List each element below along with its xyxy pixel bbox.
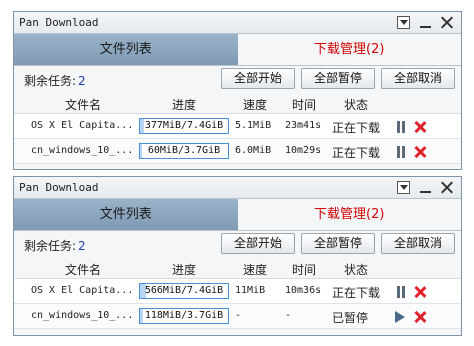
remaining-tasks: 剩余任务: 2: [24, 237, 86, 254]
close-icon[interactable]: [440, 181, 453, 194]
download-row[interactable]: cn_windows_10_... 118MiB/3.7GiB - - 已暂停: [14, 304, 461, 329]
file-name: cn_windows_10_...: [31, 310, 134, 321]
cancel-all-button[interactable]: 全部取消: [381, 233, 455, 254]
time-remaining: 23m41s: [285, 120, 322, 131]
download-row[interactable]: cn_windows_10_... 60MiB/3.7GiB 6.0MiB 10…: [14, 139, 461, 164]
remaining-tasks-label: 剩余任务:: [24, 239, 77, 253]
time-remaining: 10m36s: [285, 285, 322, 296]
pause-icon[interactable]: [395, 286, 407, 298]
remaining-tasks-count: 2: [78, 74, 86, 88]
column-header-status: 状态: [344, 263, 369, 277]
file-name: OS X El Capita...: [31, 285, 134, 296]
pause-all-button[interactable]: 全部暂停: [301, 68, 375, 89]
column-header-time: 时间: [292, 98, 317, 112]
download-window: Pan Download 文件列表 下载管理(2) 剩余任务: 2 全部开始 全部…: [13, 176, 462, 336]
window-title: Pan Download: [19, 16, 99, 29]
progress-text: 566MiB/7.4GiB: [144, 285, 224, 296]
time-remaining: 10m29s: [285, 145, 322, 156]
menu-dropdown-icon[interactable]: [397, 181, 410, 194]
download-status: 正在下载: [332, 121, 381, 135]
column-header-status: 状态: [344, 98, 369, 112]
progress-text: 60MiB/3.7GiB: [147, 145, 221, 156]
column-header-progress: 进度: [172, 98, 197, 112]
toolbar: 剩余任务: 2 全部开始 全部暂停 全部取消: [14, 66, 461, 91]
download-status: 正在下载: [332, 286, 381, 300]
delete-icon[interactable]: [414, 286, 426, 298]
download-speed: -: [235, 310, 242, 321]
tab-file-list[interactable]: 文件列表: [14, 199, 238, 230]
file-name: OS X El Capita...: [31, 120, 134, 131]
tab-file-list[interactable]: 文件列表: [14, 34, 238, 65]
minimize-icon[interactable]: [419, 16, 432, 29]
minimize-icon[interactable]: [419, 181, 432, 194]
column-header-speed: 速度: [243, 263, 268, 277]
tab-download-manager[interactable]: 下载管理(2): [237, 199, 461, 230]
time-remaining: -: [285, 310, 292, 321]
remaining-tasks: 剩余任务: 2: [24, 72, 86, 89]
close-icon[interactable]: [440, 16, 453, 29]
download-row[interactable]: OS X El Capita... 377MiB/7.4GiB 5.1MiB 2…: [14, 114, 461, 139]
play-icon[interactable]: [395, 311, 405, 323]
column-header-progress: 进度: [172, 263, 197, 277]
table-header: 文件名 进度 速度 时间 状态: [14, 256, 461, 279]
tab-download-manager[interactable]: 下载管理(2): [237, 34, 461, 65]
progress-bar: 377MiB/7.4GiB: [139, 118, 229, 134]
cancel-all-button[interactable]: 全部取消: [381, 68, 455, 89]
progress-text: 118MiB/3.7GiB: [144, 310, 224, 321]
download-row[interactable]: OS X El Capita... 566MiB/7.4GiB 11MiB 10…: [14, 279, 461, 304]
progress-bar: 60MiB/3.7GiB: [139, 143, 229, 159]
delete-icon[interactable]: [414, 146, 426, 158]
pause-icon[interactable]: [395, 121, 407, 133]
delete-icon[interactable]: [414, 121, 426, 133]
download-status: 正在下载: [332, 146, 381, 160]
tab-bar: 文件列表 下载管理(2): [14, 199, 461, 231]
menu-dropdown-icon[interactable]: [397, 16, 410, 29]
progress-bar: 566MiB/7.4GiB: [139, 283, 229, 299]
download-speed: 6.0MiB: [235, 145, 272, 156]
remaining-tasks-label: 剩余任务:: [24, 74, 77, 88]
table-header: 文件名 进度 速度 时间 状态: [14, 91, 461, 114]
download-speed: 11MiB: [235, 285, 266, 296]
start-all-button[interactable]: 全部开始: [221, 68, 295, 89]
delete-icon[interactable]: [414, 311, 426, 323]
remaining-tasks-count: 2: [78, 239, 86, 253]
download-speed: 5.1MiB: [235, 120, 272, 131]
file-name: cn_windows_10_...: [31, 145, 134, 156]
progress-text: 377MiB/7.4GiB: [144, 120, 224, 131]
toolbar: 剩余任务: 2 全部开始 全部暂停 全部取消: [14, 231, 461, 256]
tab-bar: 文件列表 下载管理(2): [14, 34, 461, 66]
pause-icon[interactable]: [395, 146, 407, 158]
start-all-button[interactable]: 全部开始: [221, 233, 295, 254]
pause-all-button[interactable]: 全部暂停: [301, 233, 375, 254]
progress-bar: 118MiB/3.7GiB: [139, 308, 229, 324]
column-header-name: 文件名: [65, 98, 102, 112]
column-header-name: 文件名: [65, 263, 102, 277]
download-status: 已暂停: [332, 311, 369, 325]
column-header-time: 时间: [292, 263, 317, 277]
column-header-speed: 速度: [243, 98, 268, 112]
download-window: Pan Download 文件列表 下载管理(2) 剩余任务: 2 全部开始 全部…: [13, 11, 462, 170]
title-bar[interactable]: Pan Download: [14, 12, 461, 34]
window-title: Pan Download: [19, 181, 99, 194]
title-bar[interactable]: Pan Download: [14, 177, 461, 199]
